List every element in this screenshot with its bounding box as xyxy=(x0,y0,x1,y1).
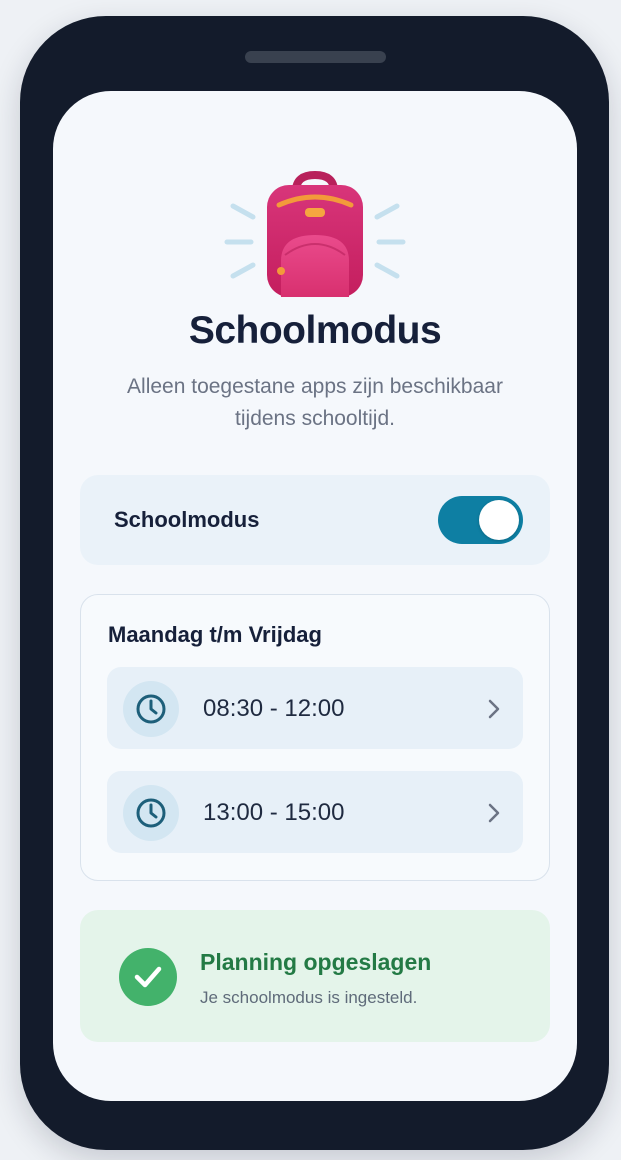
page-title: Schoolmodus xyxy=(188,309,442,352)
speaker-grille xyxy=(245,51,386,63)
time-slot[interactable]: 13:00 - 15:00 xyxy=(107,771,523,853)
clock-icon xyxy=(123,785,179,841)
clock-icon xyxy=(123,681,179,737)
switch-knob xyxy=(479,500,519,540)
schedule-card: Maandag t/m Vrijdag 08:30 - 12:00 13:00 … xyxy=(80,594,550,881)
status-banner: Planning opgeslagen Je schoolmodus is in… xyxy=(80,910,550,1042)
checkmark-icon xyxy=(119,948,177,1006)
hero-illustration xyxy=(53,151,577,301)
chevron-right-icon xyxy=(488,803,500,823)
schoolmodus-switch[interactable] xyxy=(438,496,523,544)
screen: Schoolmodus Alleen toegestane apps zijn … xyxy=(53,91,577,1101)
page-subtitle: Alleen toegestane apps zijn beschikbaar … xyxy=(127,375,503,430)
status-title: Planning opgeslagen xyxy=(200,949,432,975)
backpack-icon xyxy=(224,170,406,297)
time-slot[interactable]: 08:30 - 12:00 xyxy=(107,667,523,749)
time-range: 08:30 - 12:00 xyxy=(203,695,345,722)
phone-frame: Schoolmodus Alleen toegestane apps zijn … xyxy=(20,16,609,1150)
status-text: Je schoolmodus is ingesteld. xyxy=(200,988,418,1007)
toggle-label: Schoolmodus xyxy=(114,507,260,532)
chevron-right-icon xyxy=(488,699,500,719)
time-range: 13:00 - 15:00 xyxy=(203,799,345,826)
schedule-title: Maandag t/m Vrijdag xyxy=(108,622,322,647)
schoolmodus-toggle-row: Schoolmodus xyxy=(80,475,550,565)
